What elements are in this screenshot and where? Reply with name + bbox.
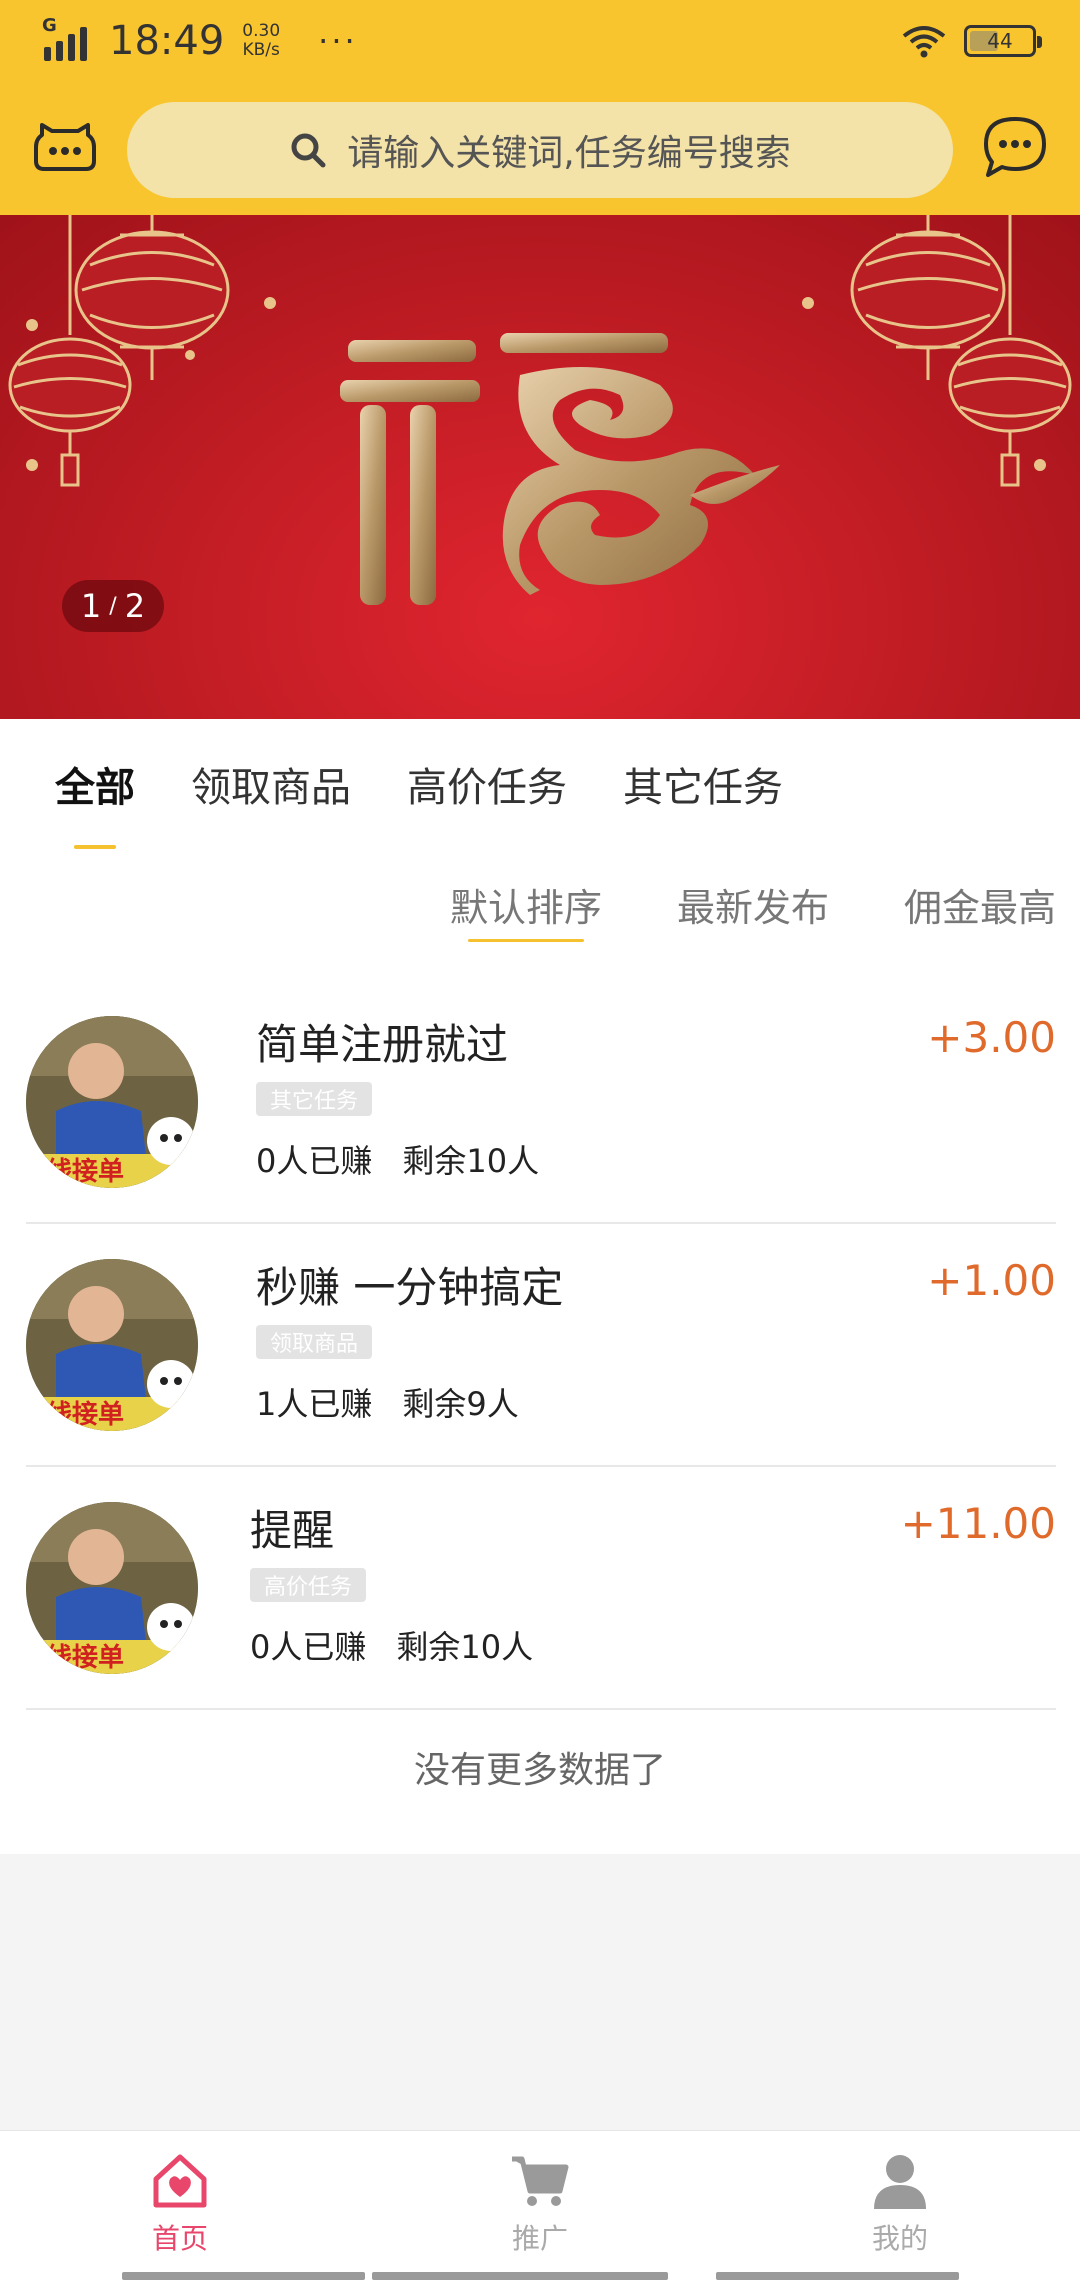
signal-icon: G (42, 15, 87, 61)
task-title: 提醒 (250, 1506, 335, 1555)
nav-label: 推广 (511, 2222, 568, 2255)
nav-mine[interactable]: 我的 (720, 2131, 1080, 2280)
user-icon (874, 2155, 926, 2209)
tab-high-price-tasks[interactable]: 高价任务 (407, 719, 567, 849)
task-stats: 0人已赚 剩余10人 (250, 1622, 533, 1668)
speed-value: 0.30 (242, 21, 281, 41)
home-heart-icon (153, 2154, 207, 2208)
search-icon (291, 133, 326, 168)
task-reward: +3.00 (927, 1013, 1056, 1062)
battery-icon: 44 (964, 25, 1042, 57)
nav-label: 首页 (151, 2222, 208, 2255)
avatar-text: 线接单 (46, 1157, 124, 1187)
task-row[interactable]: 线接单 秒赚 一分钟搞定 领取商品 1人已赚 剩余9人 +1.00 (26, 1224, 1056, 1467)
category-tabs: 全部 领取商品 高价任务 其它任务 (0, 719, 1080, 849)
task-remaining-count: 剩余10人 (402, 1142, 540, 1180)
task-reward: +11.00 (900, 1499, 1056, 1548)
task-row[interactable]: 线接单 提醒 高价任务 0人已赚 剩余10人 +11.00 (26, 1467, 1056, 1710)
search-input[interactable]: 请输入关键词,任务编号搜索 (347, 124, 790, 176)
chat-bubble-icon[interactable] (28, 112, 102, 182)
tab-other-tasks[interactable]: 其它任务 (623, 719, 783, 849)
task-title: 简单注册就过 (256, 1020, 509, 1069)
app-screen: G 18:49 0.30 KB/s ··· 44 请输入关键词,任务编号搜索 1… (0, 0, 1080, 2280)
task-title: 秒赚 一分钟搞定 (256, 1263, 564, 1312)
fortune-banner-image (8, 215, 1072, 605)
top-bar: G 18:49 0.30 KB/s ··· 44 请输入关键词,任务编号搜索 (0, 0, 1080, 215)
network-type: G (42, 15, 57, 36)
task-remaining-count: 剩余10人 (396, 1628, 534, 1666)
status-time: 18:49 (109, 18, 225, 64)
avatar: 线接单 (26, 1502, 198, 1674)
network-speed: 0.30 KB/s (242, 22, 280, 60)
sort-bar: 默认排序 最新发布 佣金最高 (450, 877, 1056, 942)
avatar: 线接单 (26, 1016, 198, 1188)
home-indicator (0, 2272, 1080, 2280)
bottom-nav: 首页 推广 我的 (0, 2130, 1080, 2280)
tab-all[interactable]: 全部 (55, 719, 135, 849)
task-list-panel: 默认排序 最新发布 佣金最高 线接单 简单注册就过 其它任务 0人已赚 剩余10… (0, 849, 1080, 1854)
avatar: 线接单 (26, 1259, 198, 1431)
message-icon[interactable] (978, 112, 1052, 182)
promo-banner[interactable]: 1 / 2 (0, 215, 1080, 719)
nav-label: 我的 (871, 2222, 928, 2255)
cart-icon (512, 2156, 569, 2206)
task-earned-count: 0人已赚 (250, 1628, 367, 1666)
battery-level: 44 (987, 29, 1013, 53)
task-category-badge: 其它任务 (256, 1082, 373, 1116)
banner-pager-separator: / (109, 593, 117, 619)
search-bar[interactable]: 请输入关键词,任务编号搜索 (127, 102, 953, 198)
banner-pager: 1 / 2 (62, 580, 164, 632)
task-category-badge: 领取商品 (256, 1325, 373, 1359)
task-earned-count: 1人已赚 (256, 1385, 373, 1423)
nav-promote[interactable]: 推广 (360, 2131, 720, 2280)
header: 请输入关键词,任务编号搜索 (0, 86, 1080, 215)
task-reward: +1.00 (927, 1256, 1056, 1305)
no-more-data-text: 没有更多数据了 (413, 1750, 666, 1791)
tab-claim-goods[interactable]: 领取商品 (191, 719, 351, 849)
banner-current-page: 1 (80, 587, 102, 625)
task-category-badge: 高价任务 (250, 1568, 367, 1602)
task-stats: 1人已赚 剩余9人 (256, 1379, 519, 1425)
task-earned-count: 0人已赚 (256, 1142, 373, 1180)
task-stats: 0人已赚 剩余10人 (256, 1136, 539, 1182)
wifi-icon (902, 26, 946, 58)
sort-newest[interactable]: 最新发布 (677, 877, 829, 932)
banner-total-pages: 2 (124, 587, 146, 625)
speed-unit: KB/s (242, 40, 280, 60)
task-remaining-count: 剩余9人 (402, 1385, 519, 1423)
more-notifications-icon: ··· (318, 22, 358, 60)
sort-default[interactable]: 默认排序 (450, 877, 602, 942)
sort-highest-commission[interactable]: 佣金最高 (904, 877, 1056, 932)
avatar-text: 线接单 (46, 1400, 124, 1430)
nav-home[interactable]: 首页 (0, 2131, 360, 2280)
status-bar: G 18:49 0.30 KB/s ··· 44 (0, 0, 1080, 86)
avatar-text: 线接单 (46, 1643, 124, 1673)
task-row[interactable]: 线接单 简单注册就过 其它任务 0人已赚 剩余10人 +3.00 (26, 981, 1056, 1224)
